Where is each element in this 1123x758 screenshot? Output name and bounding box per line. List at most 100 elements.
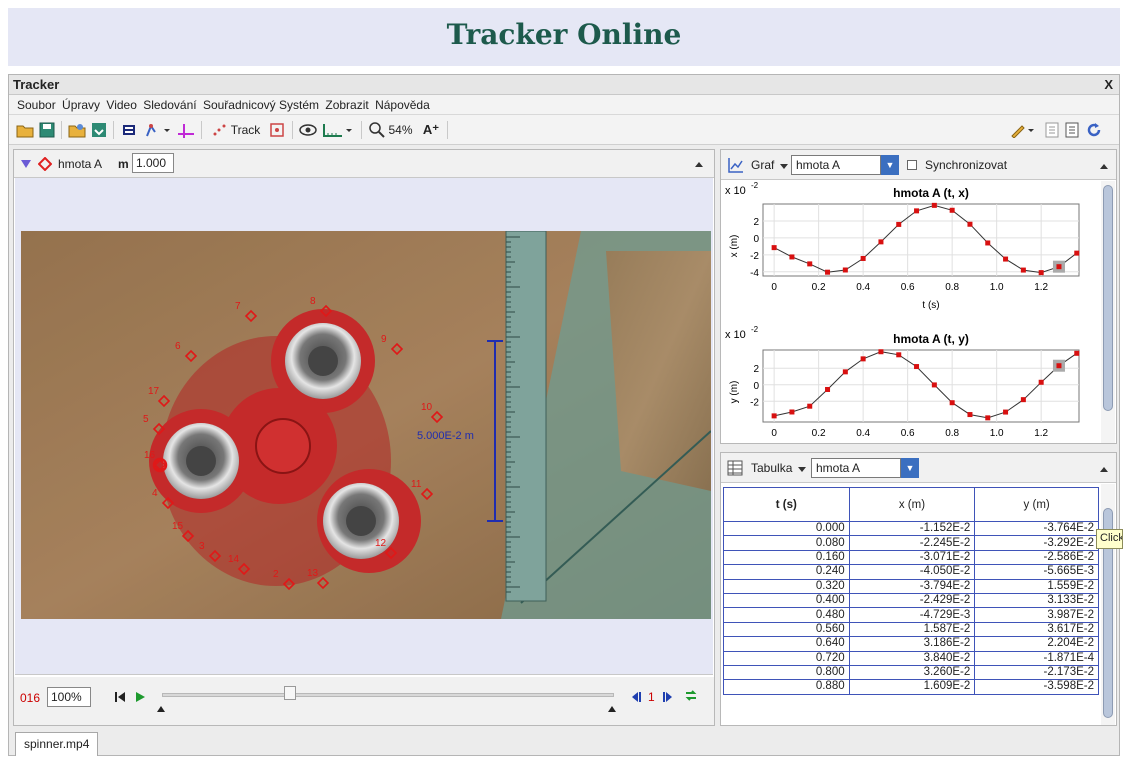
table-row[interactable]: 0.800 3.260E-2 -2.173E-2 [723, 665, 1099, 681]
loop-icon[interactable] [684, 689, 698, 703]
axes-icon[interactable] [175, 119, 195, 141]
table-cell[interactable]: -2.429E-2 [848, 593, 976, 609]
export-icon[interactable] [89, 119, 109, 141]
mass-input[interactable]: 1.000 [132, 153, 174, 173]
track-name[interactable]: hmota A [58, 157, 102, 171]
graph-menu[interactable]: Graf [751, 158, 774, 172]
table-cell[interactable]: 3.186E-2 [848, 636, 976, 652]
reset-icon[interactable] [114, 691, 126, 703]
save-icon[interactable] [37, 119, 57, 141]
menu-sledovani[interactable]: Sledování [143, 95, 196, 115]
table-scrollbar[interactable] [1101, 484, 1115, 725]
table-row[interactable]: 0.320 -3.794E-2 1.559E-2 [723, 579, 1099, 594]
table-cell[interactable]: -2.586E-2 [974, 550, 1099, 566]
table-cell[interactable]: -3.071E-2 [848, 550, 976, 566]
table-row[interactable]: 0.880 1.609E-2 -3.598E-2 [723, 679, 1099, 695]
open-folder-icon[interactable] [15, 119, 35, 141]
menu-zobrazit[interactable]: Zobrazit [325, 95, 368, 115]
track-button[interactable]: Track [207, 119, 265, 141]
open-video-icon[interactable] [67, 119, 87, 141]
table-cell[interactable]: 0.320 [723, 579, 850, 594]
refresh-icon[interactable] [1084, 119, 1104, 141]
table-cell[interactable]: -2.245E-2 [848, 535, 976, 551]
table-cell[interactable]: 2.204E-2 [974, 636, 1099, 652]
track-menu-icon[interactable] [20, 158, 32, 170]
table-cell[interactable]: 0.880 [723, 679, 850, 695]
table-cell[interactable]: 3.133E-2 [974, 593, 1099, 609]
table-cell[interactable]: -4.729E-3 [848, 607, 976, 623]
table-cell[interactable]: 0.640 [723, 636, 850, 652]
table-cell[interactable]: -5.665E-3 [974, 564, 1099, 580]
file-tab-spinner[interactable]: spinner.mp4 [15, 732, 99, 756]
slider-thumb[interactable] [284, 686, 296, 700]
data-table[interactable]: t (s) x (m) y (m) 0.000 -1.152E-2 -3.764E-… [723, 487, 1099, 695]
menu-video[interactable]: Video [106, 95, 136, 115]
table-cell[interactable]: -3.794E-2 [848, 579, 976, 594]
pencil-icon[interactable] [1009, 119, 1037, 141]
column-header-y[interactable]: y (m) [974, 487, 1099, 522]
collapse-icon[interactable] [1099, 162, 1109, 170]
table-cell[interactable]: 3.617E-2 [974, 622, 1099, 638]
video-frame[interactable]: 5.000E-2 m 7 8 9 6 10 17 5 16 11 4 15 12 3 14 2 13 [21, 231, 711, 619]
table-cell[interactable]: -3.292E-2 [974, 535, 1099, 551]
eye-icon[interactable] [298, 119, 318, 141]
table-cell[interactable]: -4.050E-2 [848, 564, 976, 580]
calibration-icon[interactable] [143, 119, 173, 141]
table-row[interactable]: 0.640 3.186E-2 2.204E-2 [723, 636, 1099, 652]
video-view[interactable]: 5.000E-2 m 7 8 9 6 10 17 5 16 11 4 15 12 3 14 2 13 [15, 178, 713, 675]
table-row[interactable]: 0.400 -2.429E-2 3.133E-2 [723, 593, 1099, 609]
step-forward-icon[interactable] [662, 691, 674, 703]
table-cell[interactable]: -3.598E-2 [974, 679, 1099, 695]
end-marker-icon[interactable] [607, 705, 617, 713]
sync-checkbox[interactable] [907, 160, 917, 170]
menu-soubor[interactable]: Soubor [17, 95, 56, 115]
column-header-x[interactable]: x (m) [848, 487, 976, 522]
chevron-down-icon[interactable]: ▼ [901, 458, 919, 478]
measuring-tools-icon[interactable] [321, 119, 355, 141]
table-cell[interactable]: -3.764E-2 [974, 521, 1099, 537]
table-cell[interactable]: 3.260E-2 [848, 665, 976, 681]
play-icon[interactable] [134, 691, 146, 703]
graph-scroll-thumb[interactable] [1103, 185, 1113, 411]
menu-souradnicovy-system[interactable]: Souřadnicový Systém [203, 95, 319, 115]
playback-slider[interactable] [162, 693, 614, 697]
table-cell[interactable]: 0.160 [723, 550, 850, 566]
graph-menu-arrow-icon[interactable] [779, 162, 789, 170]
chevron-down-icon[interactable]: ▼ [881, 155, 899, 175]
step-size[interactable]: 1 [648, 690, 655, 704]
table-cell[interactable]: 1.559E-2 [974, 579, 1099, 594]
description-icon[interactable] [1063, 119, 1081, 141]
collapse-icon[interactable] [1099, 465, 1109, 473]
table-cell[interactable]: 3.840E-2 [848, 651, 976, 666]
graph-area[interactable]: x 10 -2 hmota A (t, x) x (m) t (s) 2 0 -2 -… [721, 180, 1103, 443]
graph-scrollbar[interactable] [1101, 181, 1115, 443]
column-header-t[interactable]: t (s) [723, 487, 850, 522]
table-row[interactable]: 0.240 -4.050E-2 -5.665E-3 [723, 564, 1099, 580]
table-cell[interactable]: 1.587E-2 [848, 622, 976, 638]
table-cell[interactable]: 0.080 [723, 535, 850, 551]
step-back-icon[interactable] [630, 691, 642, 703]
font-size-button[interactable]: A⁺ [421, 119, 441, 141]
table-row[interactable]: 0.560 1.587E-2 3.617E-2 [723, 622, 1099, 638]
table-cell[interactable]: 0.400 [723, 593, 850, 609]
table-menu-arrow-icon[interactable] [797, 465, 807, 473]
video-zoom-input[interactable]: 100% [47, 687, 91, 707]
table-row[interactable]: 0.720 3.840E-2 -1.871E-4 [723, 651, 1099, 666]
table-cell[interactable]: 3.987E-2 [974, 607, 1099, 623]
table-row[interactable]: 0.160 -3.071E-2 -2.586E-2 [723, 550, 1099, 566]
table-cell[interactable]: 0.240 [723, 564, 850, 580]
menu-napoveda[interactable]: Nápověda [375, 95, 430, 115]
table-cell[interactable]: 0.560 [723, 622, 850, 638]
start-marker-icon[interactable] [156, 705, 166, 713]
table-row[interactable]: 0.480 -4.729E-3 3.987E-2 [723, 607, 1099, 623]
table-row[interactable]: 0.080 -2.245E-2 -3.292E-2 [723, 535, 1099, 551]
table-cell[interactable]: 0.800 [723, 665, 850, 681]
table-cell[interactable]: 0.000 [723, 521, 850, 537]
menu-upravy[interactable]: Úpravy [62, 95, 100, 115]
table-menu[interactable]: Tabulka [751, 461, 792, 475]
window-close-button[interactable]: X [1104, 77, 1113, 92]
collapse-icon[interactable] [694, 160, 704, 168]
table-cell[interactable]: 1.609E-2 [848, 679, 976, 695]
table-cell[interactable]: -2.173E-2 [974, 665, 1099, 681]
clip-settings-icon[interactable] [119, 119, 139, 141]
